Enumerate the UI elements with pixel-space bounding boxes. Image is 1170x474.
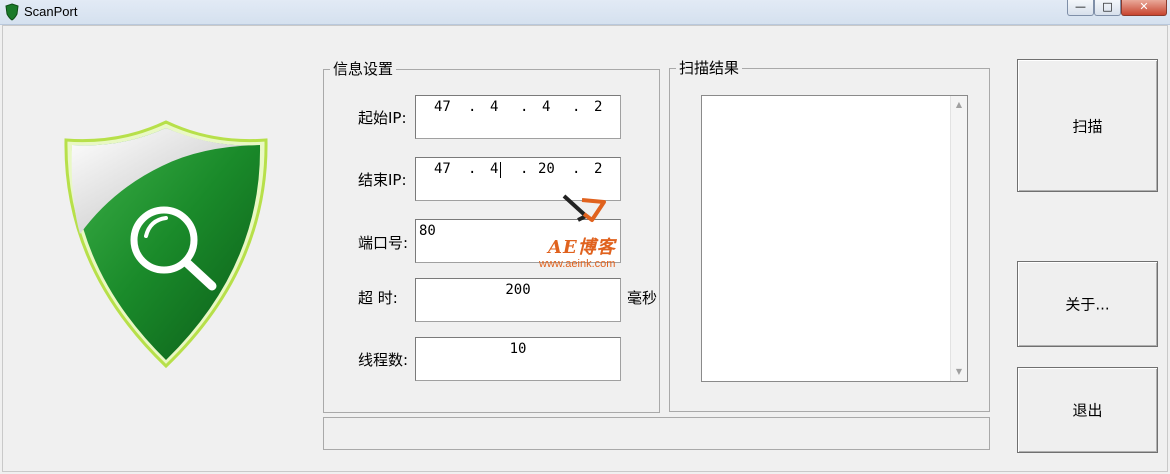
start-ip-label: 起始IP: — [358, 109, 407, 127]
scan-button-label: 扫描 — [1072, 117, 1103, 135]
start-ip-field[interactable]: 47 . 4 . 4 . 2 — [415, 95, 621, 139]
app-shield-icon — [5, 3, 19, 21]
threads-value: 10 — [509, 341, 527, 357]
about-button-label: 关于... — [1065, 295, 1110, 314]
scan-results-title: 扫描结果 — [676, 59, 743, 77]
start-ip-octet-4[interactable]: 2 — [594, 99, 602, 115]
start-ip-octet-3[interactable]: 4 — [542, 99, 550, 115]
close-icon: ✕ — [1139, 0, 1149, 13]
scroll-down-icon[interactable]: ▼ — [951, 365, 967, 379]
end-ip-octet-3[interactable]: 20 — [538, 161, 555, 177]
scan-results-list[interactable]: ▲ ▼ — [701, 95, 968, 382]
maximize-button[interactable]: □ — [1094, 0, 1121, 16]
close-button[interactable]: ✕ — [1121, 0, 1167, 16]
threads-label: 线程数: — [358, 351, 409, 369]
ip-dot: . — [572, 99, 581, 115]
port-value: 80 — [419, 223, 436, 239]
timeout-value: 200 — [505, 282, 531, 298]
minimize-icon: — — [1075, 0, 1086, 13]
status-bar — [323, 417, 990, 450]
exit-button[interactable]: 退出 — [1017, 367, 1158, 453]
ip-dot: . — [520, 99, 529, 115]
port-label: 端口号: — [358, 234, 409, 252]
ip-dot: . — [572, 161, 581, 177]
ip-dot: . — [520, 161, 529, 177]
end-ip-label: 结束IP: — [358, 171, 407, 189]
exit-button-label: 退出 — [1072, 401, 1103, 420]
window-title: ScanPort — [24, 4, 78, 19]
watermark-logo-text: AE博客 — [548, 237, 616, 258]
ip-dot: . — [468, 161, 477, 177]
about-button[interactable]: 关于... — [1017, 261, 1158, 347]
info-settings-title: 信息设置 — [330, 60, 397, 78]
start-ip-octet-1[interactable]: 47 — [434, 99, 451, 115]
text-cursor — [500, 162, 501, 178]
title-bar[interactable]: ScanPort — □ ✕ — [0, 0, 1170, 25]
ip-dot: . — [468, 99, 477, 115]
timeout-unit: 毫秒 — [627, 289, 658, 307]
timeout-label: 超 时: — [358, 289, 398, 307]
end-ip-octet-1[interactable]: 47 — [434, 161, 451, 177]
start-ip-octet-2[interactable]: 4 — [490, 99, 498, 115]
maximize-icon: □ — [1102, 0, 1113, 13]
scan-button[interactable]: 扫描 — [1017, 59, 1158, 192]
timeout-input[interactable]: 200 — [415, 278, 621, 322]
end-ip-octet-2[interactable]: 4 — [490, 161, 498, 177]
end-ip-octet-4[interactable]: 2 — [594, 161, 602, 177]
results-scrollbar[interactable]: ▲ ▼ — [950, 96, 967, 381]
watermark-url: www.aeink.com — [539, 258, 616, 270]
scroll-up-icon[interactable]: ▲ — [951, 98, 967, 112]
shield-magnifier-icon — [64, 120, 268, 369]
minimize-button[interactable]: — — [1067, 0, 1094, 16]
threads-input[interactable]: 10 — [415, 337, 621, 381]
